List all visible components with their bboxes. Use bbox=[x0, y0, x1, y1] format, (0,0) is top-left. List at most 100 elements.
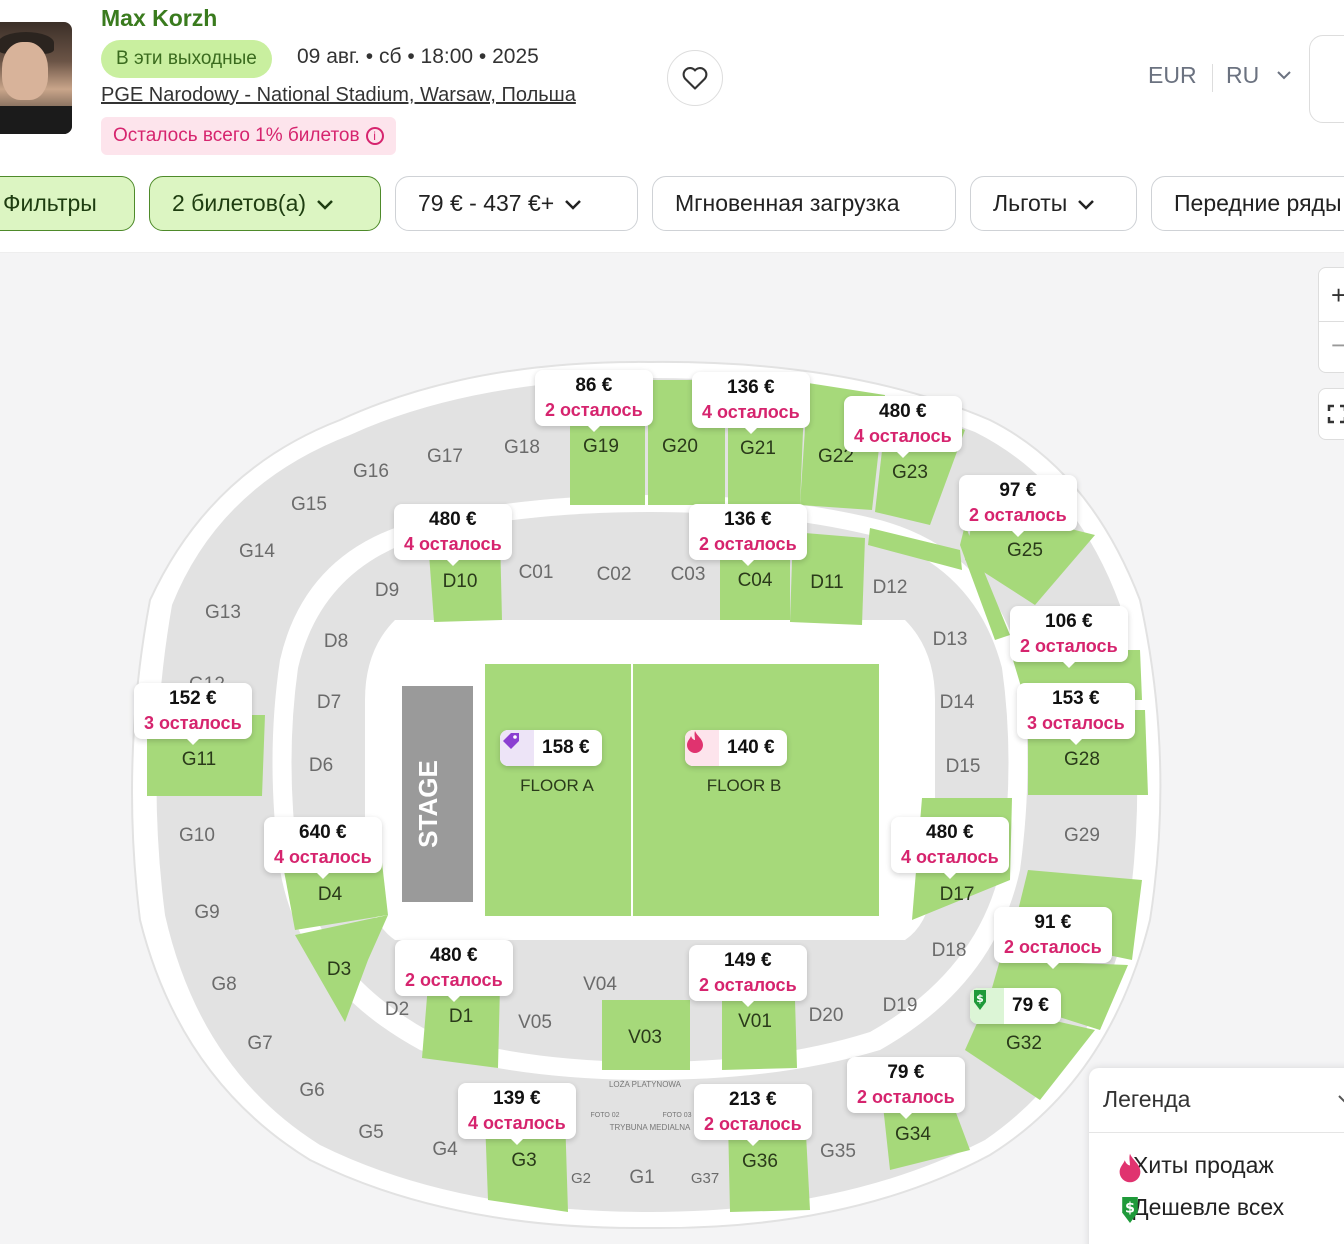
svg-text:G34: G34 bbox=[895, 1124, 931, 1145]
language-selector[interactable]: RU bbox=[1226, 62, 1259, 89]
price-range-dropdown[interactable]: 79 € - 437 €+ bbox=[395, 176, 638, 231]
svg-text:D15: D15 bbox=[946, 756, 981, 777]
svg-text:G9: G9 bbox=[194, 902, 219, 923]
floor-a-label: FLOOR A bbox=[520, 776, 594, 795]
favorite-button[interactable] bbox=[667, 50, 723, 106]
legend-item-cheapest: $ Дешевле всех bbox=[1117, 1194, 1284, 1223]
artist-avatar bbox=[0, 22, 72, 134]
price-pin-d1[interactable]: 480 €2 осталось bbox=[395, 940, 513, 1002]
svg-text:D18: D18 bbox=[932, 940, 967, 961]
price-pin-g34[interactable]: 79 €2 осталось bbox=[847, 1057, 965, 1119]
instant-download-chip[interactable]: Мгновенная загрузка bbox=[652, 176, 956, 231]
svg-text:G6: G6 bbox=[299, 1080, 324, 1101]
svg-text:G18: G18 bbox=[504, 437, 540, 458]
stage-label: STAGE bbox=[413, 760, 443, 848]
svg-text:D13: D13 bbox=[933, 629, 968, 650]
account-button[interactable] bbox=[1309, 35, 1344, 123]
currency-selector[interactable]: EUR bbox=[1148, 62, 1197, 89]
fit-screen-button[interactable] bbox=[1318, 388, 1344, 440]
svg-text:G21: G21 bbox=[740, 438, 776, 459]
legend-panel[interactable]: Легенда Хиты продаж $ Дешевле всех bbox=[1089, 1068, 1344, 1244]
fire-icon bbox=[1119, 1153, 1141, 1183]
header-divider bbox=[1212, 64, 1213, 92]
svg-text:$: $ bbox=[976, 992, 984, 1005]
fire-icon bbox=[685, 730, 719, 766]
legend-item-hot: Хиты продаж bbox=[1117, 1152, 1274, 1183]
svg-text:G7: G7 bbox=[247, 1033, 272, 1054]
quantity-label: 2 билетов(а) bbox=[172, 190, 307, 216]
svg-text:V03: V03 bbox=[628, 1027, 662, 1048]
venue-link[interactable]: PGE Narodowy - National Stadium, Warsaw,… bbox=[101, 84, 576, 107]
svg-text:D12: D12 bbox=[873, 577, 908, 598]
price-pin-g36[interactable]: 213 €2 осталось bbox=[694, 1084, 812, 1146]
svg-text:C04: C04 bbox=[738, 570, 773, 591]
price-pin-g31[interactable]: 91 €2 осталось bbox=[994, 907, 1112, 969]
svg-text:G5: G5 bbox=[358, 1122, 383, 1143]
chevron-down-icon[interactable] bbox=[1337, 1094, 1344, 1104]
price-pin-g19[interactable]: 86 €2 осталось bbox=[535, 370, 653, 432]
svg-text:G2: G2 bbox=[571, 1170, 591, 1187]
zoom-out-button[interactable]: − bbox=[1331, 330, 1344, 361]
price-pin-floor-b[interactable]: 140 € bbox=[685, 730, 787, 766]
svg-text:TRYBUNA MEDIALNA: TRYBUNA MEDIALNA bbox=[610, 1123, 691, 1132]
cheapest-icon: $ bbox=[1122, 1197, 1138, 1223]
svg-text:G29: G29 bbox=[1064, 825, 1100, 846]
svg-text:C01: C01 bbox=[519, 562, 554, 583]
price-pin-d17[interactable]: 480 €4 осталось bbox=[891, 817, 1009, 879]
price-pin-g28[interactable]: 153 €3 осталось bbox=[1017, 683, 1135, 745]
svg-text:FOTO 02: FOTO 02 bbox=[590, 1112, 619, 1119]
event-header: Max Korzh В эти выходные 09 авг. • сб • … bbox=[0, 0, 1344, 160]
svg-text:G35: G35 bbox=[820, 1141, 856, 1162]
svg-text:G13: G13 bbox=[205, 602, 241, 623]
svg-text:G32: G32 bbox=[1006, 1033, 1042, 1054]
legend-title: Легенда bbox=[1103, 1086, 1191, 1112]
price-pin-d10[interactable]: 480 €4 осталось bbox=[394, 504, 512, 566]
svg-text:G3: G3 bbox=[511, 1150, 536, 1171]
instant-download-label: Мгновенная загрузка bbox=[675, 190, 900, 216]
front-rows-chip[interactable]: Передние ряды bbox=[1151, 176, 1344, 231]
floor-b-label: FLOOR B bbox=[707, 776, 782, 795]
svg-text:G25: G25 bbox=[1007, 540, 1043, 561]
svg-text:D7: D7 bbox=[317, 692, 341, 713]
price-pin-g11[interactable]: 152 €3 осталось bbox=[134, 683, 252, 745]
filters-button[interactable]: Фильтры bbox=[0, 176, 135, 231]
zoom-in-button[interactable]: + bbox=[1331, 280, 1344, 311]
cheapest-icon: $ bbox=[970, 988, 1004, 1024]
price-pin-g25[interactable]: 97 €2 осталось bbox=[959, 475, 1077, 537]
price-pin-g27[interactable]: 106 €2 осталось bbox=[1010, 606, 1128, 668]
weekend-badge: В эти выходные bbox=[101, 40, 272, 78]
price-pin-g23[interactable]: 480 €4 осталось bbox=[844, 396, 962, 458]
zoom-controls: + − bbox=[1318, 267, 1344, 373]
info-icon[interactable]: i bbox=[365, 126, 384, 145]
price-pin-floor-a[interactable]: 158 € bbox=[500, 730, 602, 766]
price-pin-c04[interactable]: 136 €2 осталось bbox=[689, 504, 807, 566]
svg-text:G1: G1 bbox=[629, 1167, 654, 1188]
tickets-left-text: Осталось всего 1% билетов bbox=[113, 125, 360, 146]
stadium-map[interactable]: STAGE FLOOR A FLOOR B G17 G18 G19 G20 G2… bbox=[0, 253, 1344, 1244]
svg-text:$: $ bbox=[1125, 1201, 1135, 1217]
price-pin-v01[interactable]: 149 €2 осталось bbox=[689, 945, 807, 1007]
artist-name[interactable]: Max Korzh bbox=[101, 5, 217, 32]
svg-text:G20: G20 bbox=[662, 436, 698, 457]
tag-icon bbox=[500, 730, 534, 766]
svg-text:D6: D6 bbox=[309, 755, 333, 776]
svg-text:G37: G37 bbox=[691, 1170, 719, 1187]
svg-text:V04: V04 bbox=[583, 974, 617, 995]
quantity-dropdown[interactable]: 2 билетов(а) bbox=[149, 176, 381, 231]
svg-text:C02: C02 bbox=[597, 564, 632, 585]
benefits-dropdown[interactable]: Льготы bbox=[970, 176, 1137, 231]
chevron-down-icon[interactable] bbox=[1276, 70, 1292, 80]
price-pin-g32[interactable]: $ 79 € bbox=[970, 988, 1061, 1024]
svg-text:G10: G10 bbox=[179, 825, 215, 846]
svg-text:D19: D19 bbox=[883, 995, 918, 1016]
svg-text:V05: V05 bbox=[518, 1012, 552, 1033]
price-pin-d4[interactable]: 640 €4 осталось bbox=[264, 817, 382, 879]
svg-text:D3: D3 bbox=[327, 959, 351, 980]
price-pin-g3[interactable]: 139 €4 осталось bbox=[458, 1083, 576, 1145]
svg-text:C03: C03 bbox=[671, 564, 706, 585]
svg-text:G36: G36 bbox=[742, 1151, 778, 1172]
price-pin-g21[interactable]: 136 €4 осталось bbox=[692, 372, 810, 434]
filter-bar: Фильтры 2 билетов(а) 79 € - 437 €+ Мгнов… bbox=[0, 176, 1344, 232]
chevron-down-icon bbox=[565, 200, 582, 210]
svg-text:G23: G23 bbox=[892, 462, 928, 483]
